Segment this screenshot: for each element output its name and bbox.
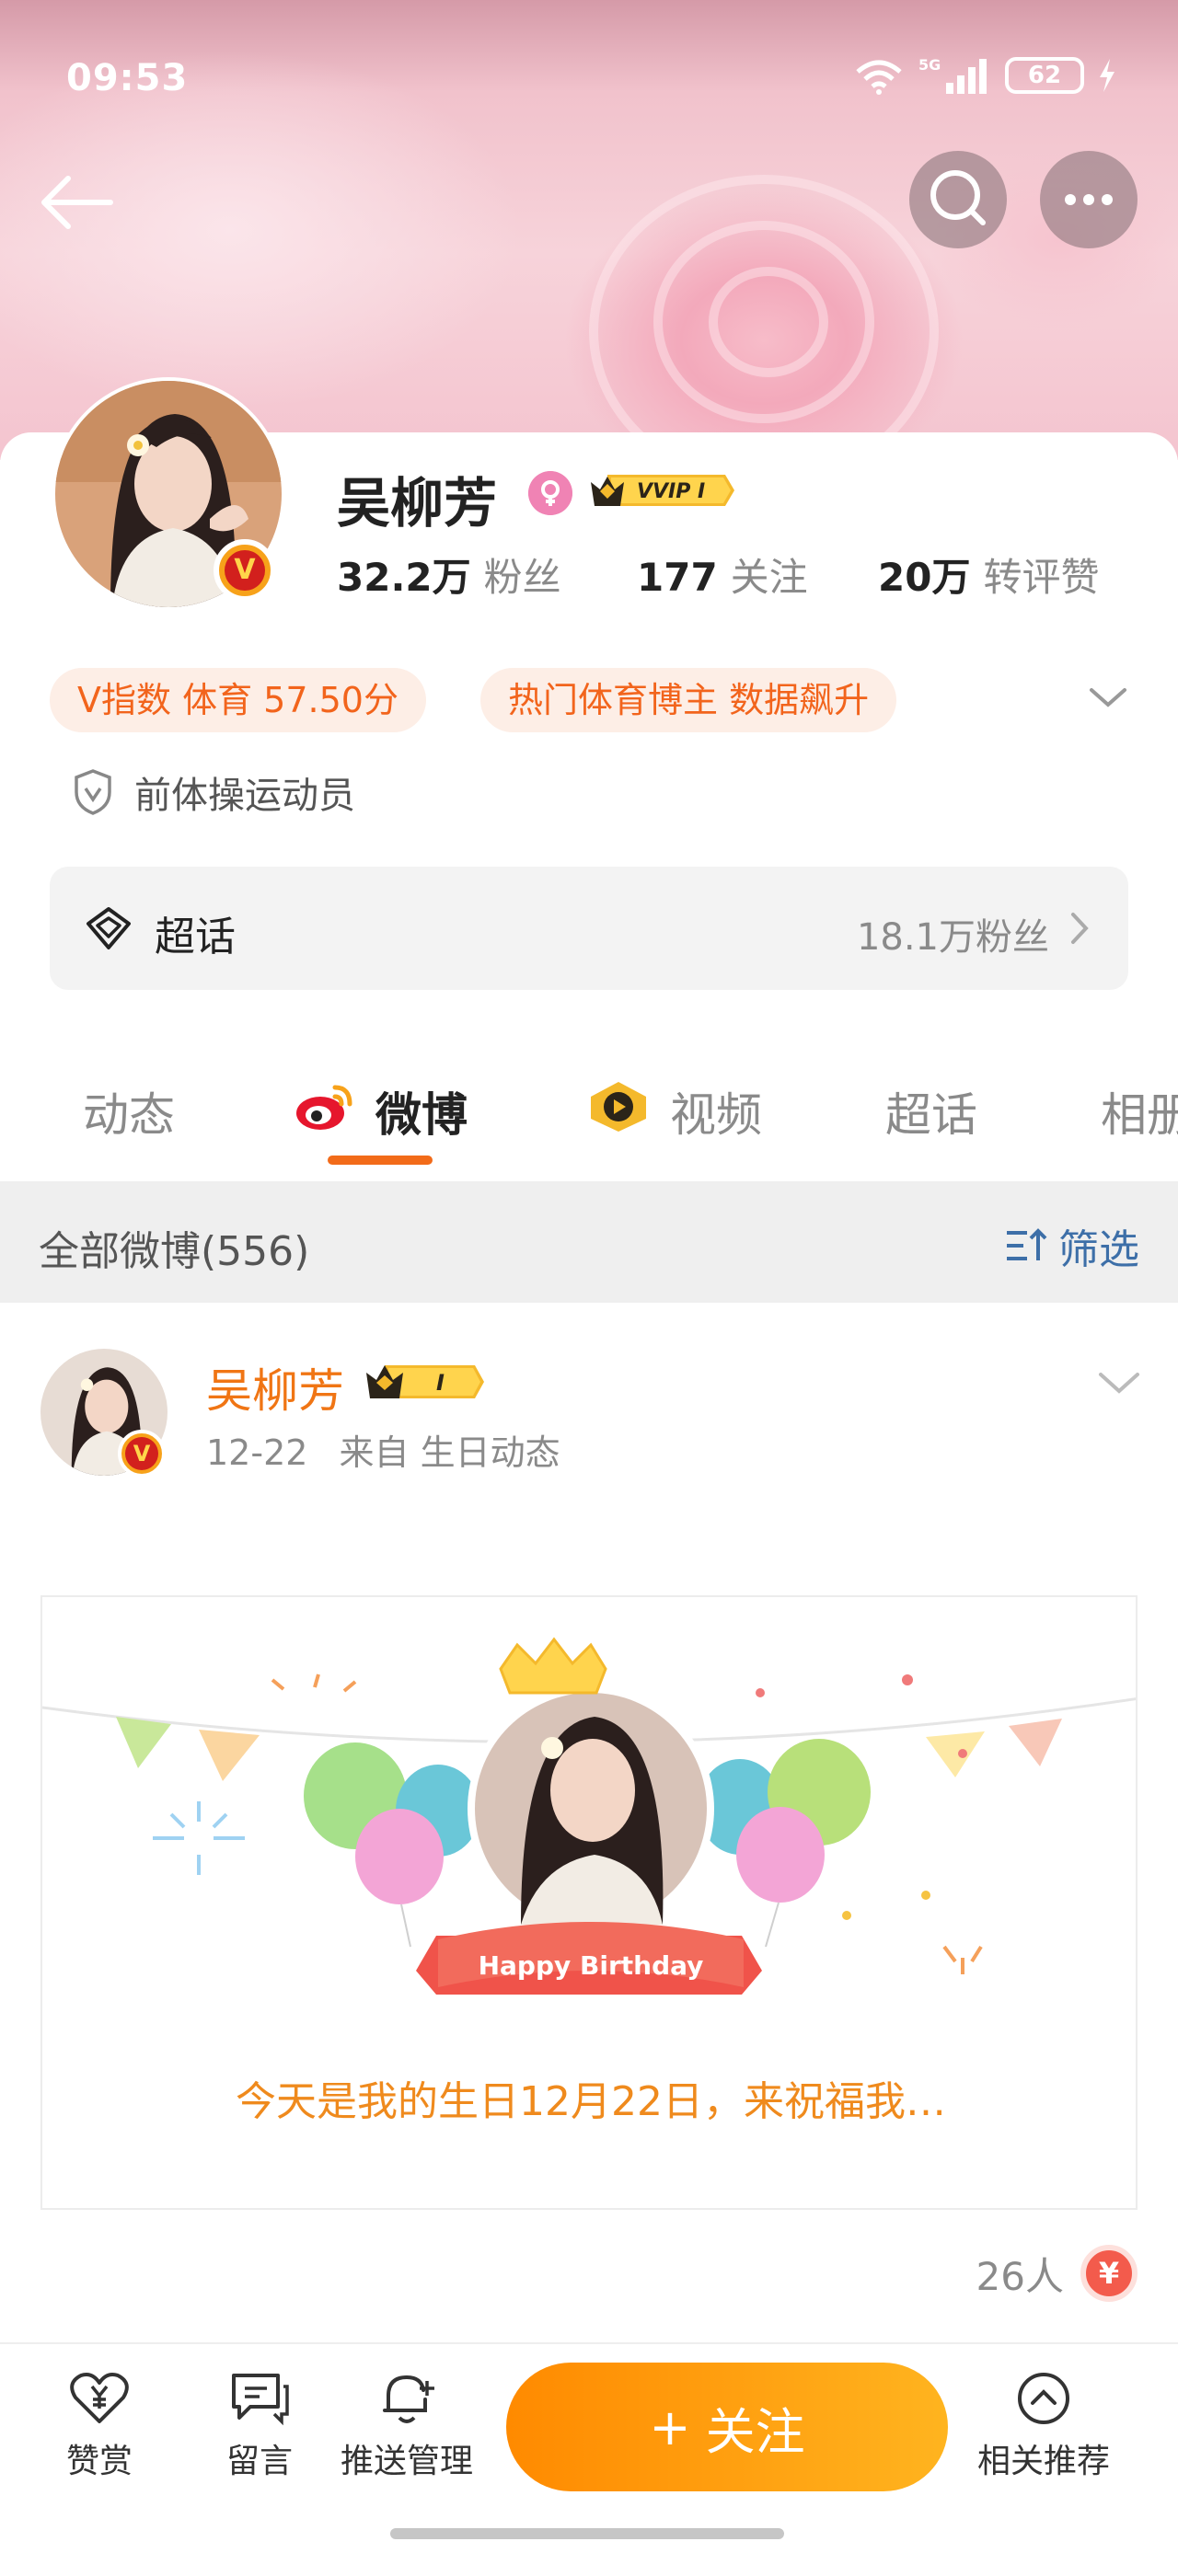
birthday-message: 今天是我的生日12月22日，来祝福我… [236,2078,946,2125]
identity-text: 前体操运动员 [134,775,355,817]
reward-button[interactable]: 赞赏 [66,2370,133,2482]
followers-label: 粉丝 [483,555,561,600]
follow-button[interactable]: + 关注 [506,2363,948,2491]
clock: 09:53 [66,57,189,99]
bottom-action-bar: 赞赏 留言 推送管理 + 关注 相关推荐 [0,2342,1178,2576]
followers-stat[interactable]: 32.2万 粉丝 [337,546,637,603]
following-label: 关注 [730,555,808,600]
member-level: I [436,1370,445,1396]
v-index-tag[interactable]: V指数 体育 57.50分 [50,668,426,732]
all-posts-count: 全部微博(556) [39,1228,310,1275]
birthday-card[interactable]: Happy Birthday 今天是我的生日12月22日，来祝福我… [40,1595,1138,2210]
tab-dynamic[interactable]: 动态 [83,1078,175,1144]
search-button[interactable] [909,151,1007,248]
reward-likes-row[interactable]: 26人 ¥ [976,2245,1138,2302]
reward-label: 赞赏 [66,2443,133,2480]
yen-reward-icon: ¥ [1080,2245,1138,2302]
back-arrow-icon[interactable] [37,166,120,239]
comment-label: 留言 [226,2443,294,2480]
home-indicator[interactable] [390,2528,784,2539]
battery-indicator: 62 [1005,57,1084,94]
verified-badge: V [118,1430,166,1478]
vvip-label: VVIP I [637,480,705,503]
super-topic-label: 超话 [155,914,236,960]
active-tab-indicator [328,1156,433,1165]
expand-chevron-icon[interactable] [1086,679,1130,716]
more-dots-icon [1065,194,1113,205]
rose-petal [709,267,828,377]
profile-name: 吴柳芳 [337,472,498,535]
tab-video[interactable]: 视频 [670,1078,762,1144]
profile-stats: 32.2万 粉丝 177 关注 20万 转评赞 [337,546,1099,603]
filter-button[interactable]: 筛选 [1003,1216,1139,1275]
post-date: 12-22 [206,1432,308,1473]
profile-tabs: 动态 微博 视频 超话 相册 [0,1030,1178,1178]
weibo-logo-icon [296,1085,352,1130]
status-bar: 09:53 5G 62 [0,0,1178,156]
super-topic-card[interactable]: 超话 18.1万粉丝 [50,867,1128,990]
recommend-label: 相关推荐 [977,2443,1111,2480]
verified-badge: V [214,539,276,602]
chevron-right-icon [1071,913,1089,944]
interactions-count: 20万 [878,555,971,600]
filter-bar: 全部微博(556) 筛选 [0,1181,1178,1303]
chevron-up-circle-icon [1018,2373,1069,2424]
vvip-badge-icon[interactable]: VVIP I [589,471,736,510]
video-icon [591,1082,646,1132]
tab-super-topic[interactable]: 超话 [885,1078,977,1144]
diamond-icon [87,907,131,949]
push-settings-button[interactable]: 推送管理 [341,2370,473,2482]
profile-avatar[interactable]: V [52,377,285,611]
signal-icon: 5G [918,56,987,94]
plus-icon: + [649,2398,691,2456]
happy-birthday-text: Happy Birthday [479,1950,704,1981]
filter-label: 筛选 [1058,1226,1139,1273]
birthday-illustration: Happy Birthday [42,1637,1136,1995]
interactions-stat[interactable]: 20万 转评赞 [878,546,1099,603]
female-gender-icon [528,471,572,515]
status-icons: 5G 62 [852,55,1117,96]
message-bubble-icon [232,2374,289,2426]
recommend-button[interactable]: 相关推荐 [977,2370,1110,2482]
interactions-label: 转评赞 [983,555,1100,600]
reward-count: 26人 [976,2253,1064,2299]
search-icon [930,170,986,225]
tab-album[interactable]: 相册 [1101,1078,1178,1144]
svg-text:5G: 5G [918,56,941,74]
comment-button[interactable]: 留言 [226,2370,293,2482]
post-source: 来自 生日动态 [339,1432,560,1473]
filter-sort-icon [1007,1228,1047,1260]
following-count: 177 [637,555,718,600]
post-menu-chevron-icon[interactable] [1095,1365,1143,1402]
tab-weibo[interactable]: 微博 [375,1078,468,1144]
post-meta: 12-22 来自 生日动态 [206,1424,560,1475]
profile-page: 09:53 5G 62 V 吴柳芳 VVIP I 32.2万 粉丝 177 关注… [0,0,1178,2576]
wifi-icon [856,60,902,95]
more-button[interactable] [1040,151,1138,248]
charging-icon [1100,59,1114,92]
following-stat[interactable]: 177 关注 [637,546,878,603]
followers-count: 32.2万 [337,555,471,600]
push-settings-label: 推送管理 [341,2443,474,2480]
hot-blogger-tag[interactable]: 热门体育博主 数据飙升 [480,668,897,732]
identity-row: 前体操运动员 [72,765,355,819]
heart-yen-icon [70,2373,129,2423]
shield-icon [75,769,111,815]
bell-plus-icon [383,2375,434,2423]
member-crown-icon[interactable]: I [364,1360,488,1404]
post-author-name[interactable]: 吴柳芳 [206,1354,344,1420]
super-topic-count: 18.1万粉丝 [856,916,1049,959]
follow-label: 关注 [705,2402,805,2461]
